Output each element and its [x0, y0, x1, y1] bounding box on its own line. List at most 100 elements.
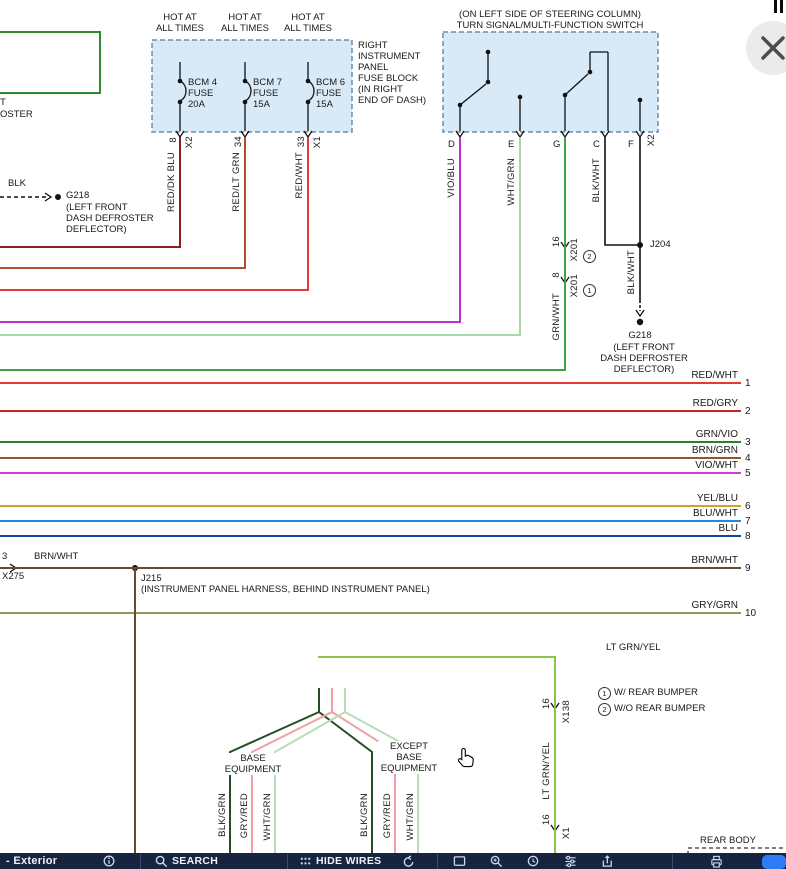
- hide-wires-button[interactable]: HIDE WIRES: [316, 855, 381, 867]
- wire-9-left-label: BRN/WHT: [34, 551, 78, 562]
- toolbar-title-fragment: - Exterior: [6, 855, 57, 867]
- wire-label-red-wht-fuse: RED/WHT: [294, 152, 305, 198]
- splice-j215-desc: (INSTRUMENT PANEL HARNESS, BEHIND INSTRU…: [141, 584, 430, 595]
- wire-1-label: RED/WHT: [618, 370, 738, 381]
- base-equipment-label: BASE EQUIPMENT: [222, 753, 284, 775]
- wire-5-number: 5: [745, 468, 751, 479]
- toolbar-divider-4: [672, 854, 673, 869]
- except-base-equipment-label: EXCEPT BASE EQUIPMENT: [378, 741, 440, 774]
- wire-label-lt-grn-yel-h: LT GRN/YEL: [606, 642, 661, 653]
- connector-x275-label: X275: [2, 571, 24, 582]
- share-icon[interactable]: [601, 855, 614, 868]
- selection-box-icon[interactable]: [453, 855, 466, 868]
- wire-8-label: BLU: [618, 523, 738, 534]
- toolbar-divider-3: [437, 854, 438, 869]
- note-2-marker-x201: 2: [583, 250, 596, 263]
- wire-10-label: GRY/GRN: [618, 600, 738, 611]
- x201-pin-8-label: 8: [551, 272, 562, 278]
- switch-location-label: (ON LEFT SIDE OF STEERING COLUMN): [440, 9, 660, 20]
- wire-3-label: GRN/VIO: [618, 429, 738, 440]
- wire-10-number: 10: [745, 608, 756, 619]
- pin-g-label: G: [553, 139, 560, 150]
- wire-label-gry-red-except: GRY/RED: [382, 793, 393, 838]
- cursor-pointer-icon: [459, 749, 474, 767]
- wire-wht-grn[interactable]: [0, 137, 520, 335]
- pin-d-label: D: [448, 139, 455, 150]
- wire-9-label: BRN/WHT: [618, 555, 738, 566]
- scrollbar-top-mark-1[interactable]: [774, 0, 777, 13]
- defroster-component-box: [0, 32, 100, 93]
- wire-label-blk-wht-f: BLK/WHT: [626, 250, 637, 294]
- wire-9-number: 9: [745, 563, 751, 574]
- rear-body-label: REAR BODY: [700, 835, 756, 846]
- connector-x201-label-b: X201: [569, 274, 580, 297]
- wire-label-blk: BLK: [8, 178, 26, 189]
- wire-4-label: BRN/GRN: [618, 445, 738, 456]
- close-icon: [746, 21, 786, 75]
- wire-label-red-lt-grn: RED/LT GRN: [231, 152, 242, 212]
- wire-label-lt-grn-yel-v: LT GRN/YEL: [541, 742, 552, 800]
- connector-chevrons: [10, 131, 644, 831]
- pin-8-label: 8: [168, 137, 179, 143]
- print-icon[interactable]: [710, 855, 723, 868]
- wire-label-wht-grn: WHT/GRN: [506, 158, 517, 205]
- hot-at-label-3: HOT AT ALL TIMES: [278, 12, 338, 34]
- search-icon[interactable]: [155, 855, 168, 868]
- pin-c-label: C: [593, 139, 600, 150]
- history-clock-icon[interactable]: [527, 855, 540, 868]
- cutoff-label-fragment-2: OSTER: [0, 109, 33, 120]
- connector-x2-switch-label: X2: [646, 134, 657, 146]
- turn-signal-switch-box: [443, 32, 658, 132]
- pin-e-label: E: [508, 139, 514, 150]
- wire-blk-wht-c[interactable]: [605, 137, 638, 245]
- ground-g218-right-label: G218: [615, 330, 665, 341]
- x138-pin-16-label: 16: [541, 698, 552, 709]
- switch-name-label: TURN SIGNAL/MULTI-FUNCTION SWITCH: [440, 20, 660, 31]
- wire-1-number: 1: [745, 378, 751, 389]
- scroll-corner-button[interactable]: [762, 855, 786, 869]
- legend-w-rear-bumper: W/ REAR BUMPER: [614, 687, 698, 698]
- fuse-bcm7-label: BCM 7 FUSE 15A: [253, 77, 282, 110]
- wire-label-wht-grn-base: WHT/GRN: [262, 793, 273, 840]
- branch-wires: [0, 137, 640, 370]
- x1-pin-16-label: 16: [541, 814, 552, 825]
- wire-label-blk-wht-c: BLK/WHT: [591, 158, 602, 202]
- fuse-block-title: RIGHT INSTRUMENT PANEL FUSE BLOCK (IN RI…: [358, 40, 426, 106]
- ground-g218-left-desc: (LEFT FRONT DASH DEFROSTER DEFLECTOR): [66, 202, 154, 235]
- wire-9-pin-label: 3: [2, 551, 7, 562]
- cutoff-label-fragment-1: T: [0, 97, 6, 108]
- legend-wo-rear-bumper: W/O REAR BUMPER: [614, 703, 705, 714]
- hot-at-label-2: HOT AT ALL TIMES: [215, 12, 275, 34]
- wiring-diagram-canvas: HOT AT ALL TIMES HOT AT ALL TIMES HOT AT…: [0, 0, 786, 869]
- note-1-marker-legend: 1: [598, 687, 611, 700]
- search-button[interactable]: SEARCH: [172, 855, 218, 867]
- connector-x201-label-a: X201: [569, 238, 580, 261]
- wire-label-wht-grn-except: WHT/GRN: [405, 793, 416, 840]
- wire-7-number: 7: [745, 516, 751, 527]
- zoom-icon[interactable]: [490, 855, 503, 868]
- fuse-bcm6-label: BCM 6 FUSE 15A: [316, 77, 345, 110]
- wire-8-number: 8: [745, 531, 751, 542]
- ground-g218-left: [55, 194, 61, 200]
- connector-x2-fuse-label: X2: [184, 136, 195, 148]
- settings-sliders-icon[interactable]: [564, 855, 577, 868]
- info-icon[interactable]: [103, 855, 116, 868]
- wire-label-blk-grn-base: BLK/GRN: [217, 793, 228, 837]
- ground-g218-left-label: G218: [66, 190, 89, 201]
- scrollbar-top-mark-2[interactable]: [780, 0, 783, 13]
- x201-pin-16-label: 16: [551, 236, 562, 247]
- wire-label-grn-wht: GRN/WHT: [551, 293, 562, 340]
- wire-6-number: 6: [745, 501, 751, 512]
- pin-34-label: 34: [233, 136, 244, 147]
- toolbar-divider-1: [140, 854, 141, 869]
- wire-4-number: 4: [745, 453, 751, 464]
- close-button[interactable]: [746, 21, 786, 75]
- note-2-marker-legend: 2: [598, 703, 611, 716]
- undo-icon[interactable]: [402, 855, 415, 868]
- wire-3-number: 3: [745, 437, 751, 448]
- wires-dots-icon[interactable]: [299, 855, 312, 868]
- hot-at-label-1: HOT AT ALL TIMES: [150, 12, 210, 34]
- wire-label-gry-red-base: GRY/RED: [239, 793, 250, 838]
- wire-2-number: 2: [745, 406, 751, 417]
- wire-2-label: RED/GRY: [618, 398, 738, 409]
